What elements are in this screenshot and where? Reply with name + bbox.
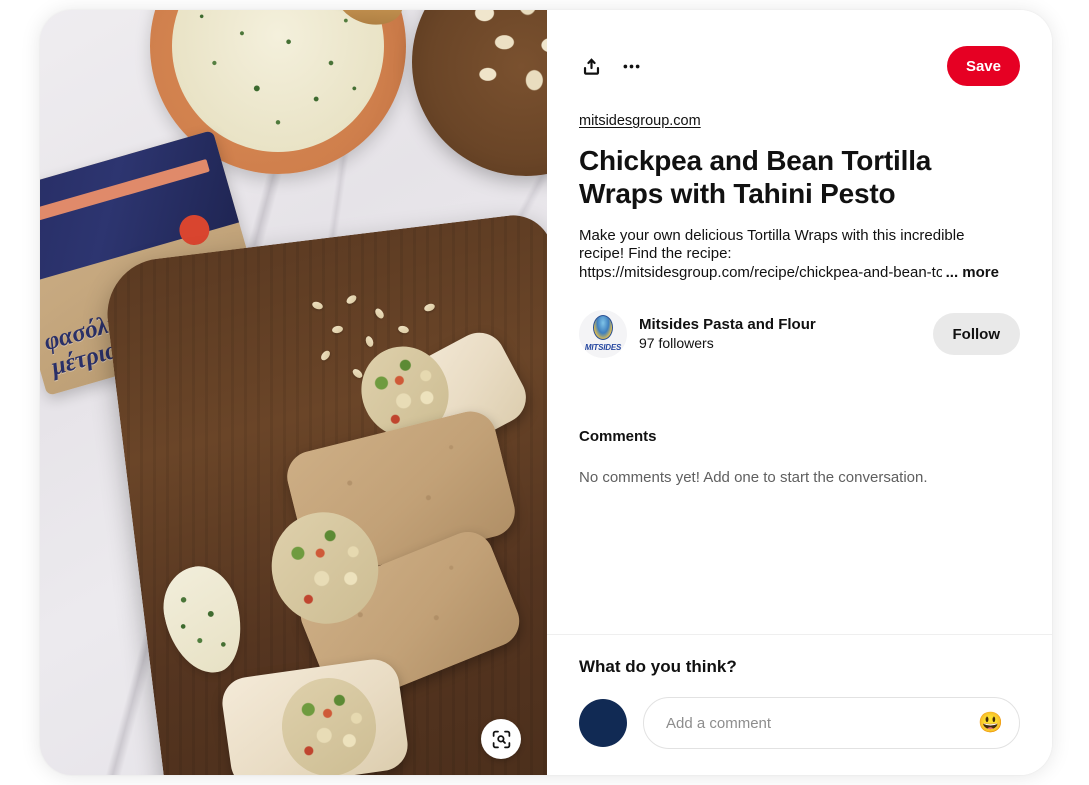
share-icon [583,57,599,75]
pin-detail-card: φασόλια μέτρια Save mitsidesgroup.com Ch… [40,10,1052,775]
pin-image-panel[interactable]: φασόλια μέτρια [40,10,547,775]
composer-heading: What do you think? [579,657,737,676]
follow-button[interactable]: Follow [932,313,1020,356]
more-button[interactable]: ... more [946,264,999,281]
creator-avatar-wordmark: MITSIDES [584,343,622,353]
comments-empty-state: No comments yet! Add one to start the co… [579,469,928,487]
source-domain-link[interactable]: mitsidesgroup.com [579,113,701,129]
more-options-button[interactable] [611,46,651,86]
visual-search-icon [492,730,510,748]
comment-field[interactable]: 😃 [643,697,1020,749]
creator-row: MITSIDES Mitsides Pasta and Flour 97 fol… [579,310,1020,359]
creator-avatar[interactable]: MITSIDES [579,310,627,359]
share-button[interactable] [571,46,611,86]
pin-action-row: Save [579,44,1020,88]
creator-meta: Mitsides Pasta and Flour 97 followers [639,316,816,353]
save-button[interactable]: Save [946,46,1020,86]
pin-detail-panel: Save mitsidesgroup.com Chickpea and Bean… [547,10,1052,775]
comment-composer: What do you think? 😃 [547,634,1052,775]
user-avatar[interactable] [579,699,627,747]
pin-title: Chickpea and Bean Tortilla Wraps with Ta… [579,145,932,210]
ellipsis-icon [623,64,639,68]
detail-scroll-area[interactable]: Save mitsidesgroup.com Chickpea and Bean… [547,10,1052,634]
creator-name[interactable]: Mitsides Pasta and Flour [639,316,816,335]
comments-heading: Comments [579,428,657,446]
visual-search-button[interactable] [481,719,521,759]
creator-follower-count: 97 followers [639,335,714,352]
pin-description-text: Make your own delicious Tortilla Wraps w… [579,227,977,282]
description-more-row: ... more [941,263,999,283]
pin-description: Make your own delicious Tortilla Wraps w… [579,227,999,283]
emoji-picker-button[interactable]: 😃 [974,709,1007,737]
composer-row: 😃 [579,697,1020,749]
creator-avatar-emblem [593,315,613,341]
comment-input[interactable] [666,714,975,732]
